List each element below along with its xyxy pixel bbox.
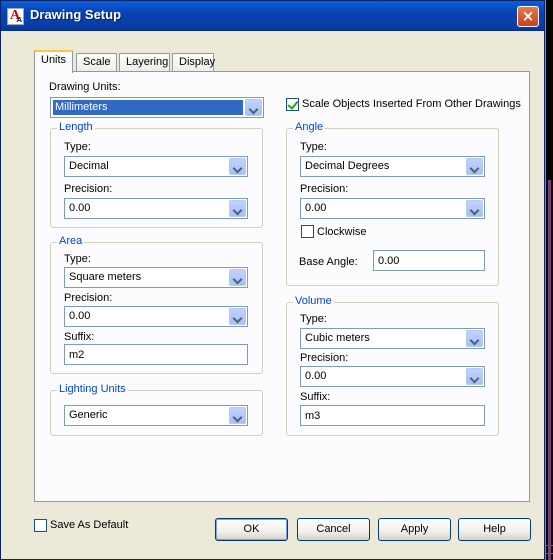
chevron-down-icon[interactable] — [229, 158, 246, 175]
chevron-down-icon[interactable] — [466, 158, 483, 175]
base-angle-label: Base Angle: — [299, 256, 358, 268]
angle-type-label: Type: — [300, 141, 327, 153]
title-bar[interactable]: AA Drawing Setup × — [1, 1, 544, 31]
lighting-units-select[interactable]: Generic — [64, 405, 248, 426]
save-as-default-label: Save As Default — [50, 519, 129, 531]
base-angle-input[interactable] — [373, 250, 485, 271]
area-precision-select[interactable]: 0.00 — [64, 306, 248, 327]
volume-group: Volume Type: Cubic meters Precision: 0.0… — [286, 295, 499, 436]
volume-type-label: Type: — [300, 313, 327, 325]
chevron-down-icon[interactable] — [229, 407, 246, 424]
autocad-app-icon: AA — [7, 8, 24, 25]
length-type-select[interactable]: Decimal — [64, 156, 248, 177]
tab-units[interactable]: Units — [34, 50, 73, 73]
save-as-default-checkbox[interactable] — [34, 519, 47, 532]
volume-precision-select[interactable]: 0.00 — [300, 366, 485, 387]
close-icon: × — [521, 7, 535, 25]
chevron-down-icon[interactable] — [245, 99, 262, 116]
tab-scale[interactable]: Scale — [76, 53, 117, 72]
dialog-title: Drawing Setup — [30, 7, 122, 22]
units-tab-panel: Drawing Units: Millimeters Scale Objects… — [34, 71, 530, 502]
volume-type-select[interactable]: Cubic meters — [300, 328, 485, 349]
close-button[interactable]: × — [517, 6, 539, 27]
angle-group-title: Angle — [293, 121, 326, 133]
help-button[interactable]: Help — [458, 518, 531, 541]
scale-objects-label: Scale Objects Inserted From Other Drawin… — [302, 98, 521, 110]
area-group-title: Area — [57, 235, 85, 247]
angle-precision-label: Precision: — [300, 183, 349, 195]
drawing-units-value: Millimeters — [53, 100, 243, 115]
area-precision-value: 0.00 — [69, 310, 91, 322]
angle-group: Angle Type: Decimal Degrees Precision: 0… — [286, 121, 499, 286]
tab-display[interactable]: Display — [172, 53, 215, 72]
volume-suffix-field[interactable] — [301, 406, 484, 425]
angle-type-select[interactable]: Decimal Degrees — [300, 156, 485, 177]
chevron-down-icon[interactable] — [466, 200, 483, 217]
area-suffix-input[interactable] — [64, 344, 248, 365]
area-suffix-label: Suffix: — [64, 331, 95, 343]
length-type-label: Type: — [64, 141, 91, 153]
area-type-select[interactable]: Square meters — [64, 267, 248, 288]
clockwise-label: Clockwise — [317, 226, 367, 238]
area-type-label: Type: — [64, 253, 91, 265]
tab-layering[interactable]: Layering — [119, 53, 170, 72]
length-group-title: Length — [57, 121, 95, 133]
volume-suffix-label: Suffix: — [300, 391, 331, 403]
drawing-units-label: Drawing Units: — [49, 81, 121, 93]
cancel-button[interactable]: Cancel — [297, 518, 370, 541]
length-group: Length Type: Decimal Precision: 0.00 — [50, 121, 263, 228]
volume-type-value: Cubic meters — [305, 332, 370, 344]
drawing-setup-dialog: AA Drawing Setup × Units Scale Layering … — [0, 0, 545, 560]
area-precision-label: Precision: — [64, 292, 113, 304]
cad-line — [545, 0, 546, 560]
area-suffix-field[interactable] — [65, 345, 247, 364]
chevron-down-icon[interactable] — [229, 269, 246, 286]
length-precision-label: Precision: — [64, 183, 113, 195]
volume-precision-value: 0.00 — [305, 370, 327, 382]
lighting-units-group: Lighting Units Generic — [50, 383, 263, 436]
apply-button[interactable]: Apply — [378, 518, 451, 541]
clockwise-checkbox[interactable] — [301, 225, 314, 238]
length-precision-value: 0.00 — [69, 202, 91, 214]
base-angle-field[interactable] — [374, 251, 484, 270]
cad-line — [548, 180, 551, 560]
lighting-units-value: Generic — [69, 409, 108, 421]
chevron-down-icon[interactable] — [229, 200, 246, 217]
angle-precision-value: 0.00 — [305, 202, 327, 214]
drawing-units-select[interactable]: Millimeters — [50, 97, 264, 118]
volume-suffix-input[interactable] — [300, 405, 485, 426]
area-group: Area Type: Square meters Precision: 0.00… — [50, 235, 263, 374]
chevron-down-icon[interactable] — [466, 330, 483, 347]
chevron-down-icon[interactable] — [466, 368, 483, 385]
volume-group-title: Volume — [293, 295, 334, 307]
length-precision-select[interactable]: 0.00 — [64, 198, 248, 219]
length-type-value: Decimal — [69, 160, 109, 172]
volume-precision-label: Precision: — [300, 352, 349, 364]
lighting-units-title: Lighting Units — [57, 383, 128, 395]
angle-type-value: Decimal Degrees — [305, 160, 390, 172]
area-type-value: Square meters — [69, 271, 142, 283]
angle-precision-select[interactable]: 0.00 — [300, 198, 485, 219]
ok-button[interactable]: OK — [215, 518, 288, 541]
chevron-down-icon[interactable] — [229, 308, 246, 325]
scale-objects-checkbox[interactable] — [286, 98, 299, 111]
